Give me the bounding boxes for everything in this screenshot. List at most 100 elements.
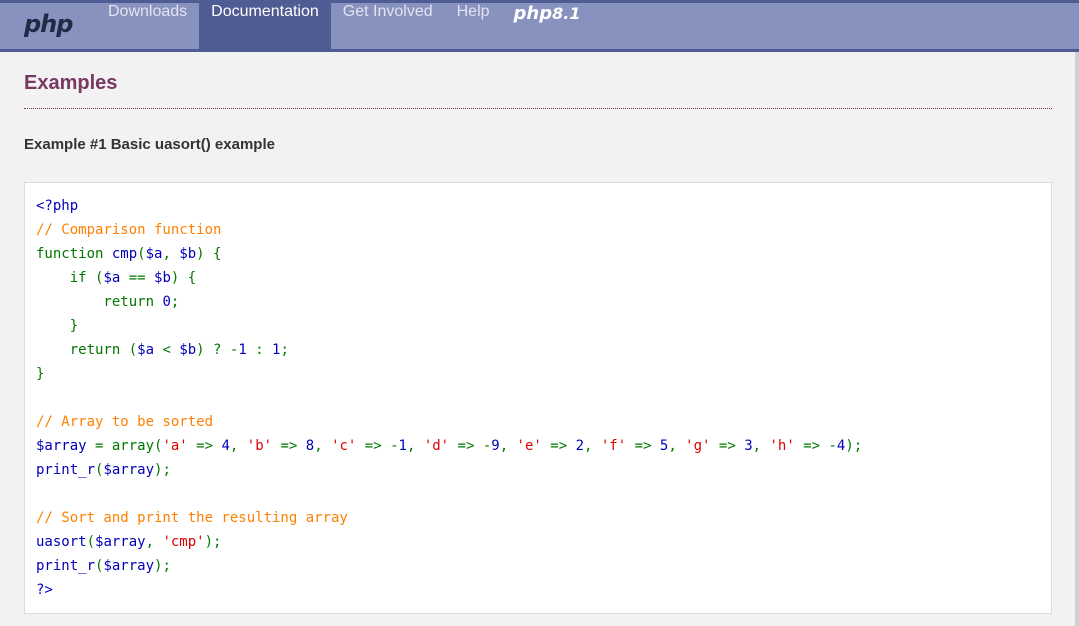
code-token: if ( [36,270,104,286]
code-line: // Sort and print the resulting array [36,506,862,530]
code-token: $array [103,462,155,478]
code-token: , [145,534,163,550]
code-token: , [584,438,601,454]
code-token: } [36,318,79,334]
nav-documentation[interactable]: Documentation [199,3,331,52]
page-scrollbar[interactable] [1075,52,1079,626]
code-token: $b [154,270,171,286]
code-token: ); [154,462,171,478]
code-line: ?> [36,578,862,602]
code-token: , [499,438,517,454]
code-token: $a [137,342,163,358]
code-token: , [229,438,247,454]
code-token: print_r [36,462,96,478]
code-token: 'e' [516,438,551,454]
code-token: => - [364,438,399,454]
top-navigation-bar: php Downloads Documentation Get Involved… [0,0,1079,52]
code-block: <?php // Comparison function function cmp(… [36,194,862,602]
code-example-box: <?php // Comparison function function cmp(… [24,182,1052,614]
code-token: 8 [305,438,315,454]
nav-downloads[interactable]: Downloads [96,3,199,52]
code-token: , [162,246,180,262]
code-line: if ($a == $b) { [36,266,862,290]
code-token: ) { [170,270,197,286]
code-token: ( [137,246,146,262]
code-token: $b [179,246,197,262]
code-token: = array( [95,438,163,454]
code-token: , [314,438,332,454]
section-title: Examples [24,72,118,94]
code-token: 1 [398,438,407,454]
code-line: // Comparison function [36,218,862,242]
code-line: $array = array('a' => 4, 'b' => 8, 'c' =… [36,434,862,458]
code-token: 'cmp' [162,534,205,550]
code-token: 'a' [162,438,197,454]
php-version-number: 8.1 [552,4,581,23]
main-nav: Downloads Documentation Get Involved Hel… [96,3,592,52]
code-token: ); [204,534,222,550]
code-line: } [36,314,862,338]
code-token: $array [36,438,96,454]
code-line: uasort($array, 'cmp'); [36,530,862,554]
code-token: $array [95,534,146,550]
code-token: $b [179,342,197,358]
code-token: 3 [744,438,753,454]
code-token: => [550,438,576,454]
code-token: print_r [36,558,96,574]
code-token: // Sort and print the resulting array [36,510,348,526]
code-token: , [668,438,686,454]
code-line: return ($a < $b) ? -1 : 1; [36,338,862,362]
code-token: 4 [221,438,230,454]
code-token: => [196,438,222,454]
nav-get-involved[interactable]: Get Involved [331,3,445,52]
code-token: <?php [36,198,79,214]
code-token: , [752,438,770,454]
code-token: 'h' [769,438,804,454]
php-version-logo-text: php [513,3,553,24]
php-logo[interactable]: php [24,10,73,38]
nav-help[interactable]: Help [445,3,502,52]
code-token: ) { [196,246,222,262]
code-line: // Array to be sorted [36,410,862,434]
code-token: $array [103,558,155,574]
code-token: : [255,342,273,358]
code-token: ); [845,438,863,454]
code-token: $a [145,246,163,262]
section-divider [24,108,1052,109]
code-token: ?> [36,582,53,598]
php-version-logo[interactable]: php8.1 [502,3,593,52]
code-token: => [280,438,306,454]
code-line: } [36,362,862,386]
code-line: print_r($array); [36,458,862,482]
code-token: 'f' [600,438,635,454]
code-token: , [406,438,424,454]
code-token: 0 [162,294,171,310]
code-token: == [128,270,155,286]
code-token: // Array to be sorted [36,414,214,430]
code-token: 9 [491,438,500,454]
code-token: return [36,294,163,310]
code-token: 'c' [331,438,365,454]
code-token: // Comparison function [36,222,222,238]
code-token: cmp [111,246,138,262]
code-token: 2 [575,438,584,454]
code-line: function cmp($a, $b) { [36,242,862,266]
code-token: return ( [36,342,138,358]
code-token: 1 [238,342,256,358]
code-token: ; [170,294,180,310]
code-line: <?php [36,194,862,218]
code-token: 'd' [423,438,458,454]
code-token: => [718,438,745,454]
code-token: } [36,366,45,382]
code-line: print_r($array); [36,554,862,578]
code-token: ; [280,342,289,358]
code-token: => - [457,438,492,454]
code-token: uasort [36,534,87,550]
code-token: < [162,342,180,358]
code-token: ( [86,534,96,550]
code-token: => - [803,438,837,454]
code-token: ); [154,558,171,574]
code-token: 'g' [685,438,719,454]
